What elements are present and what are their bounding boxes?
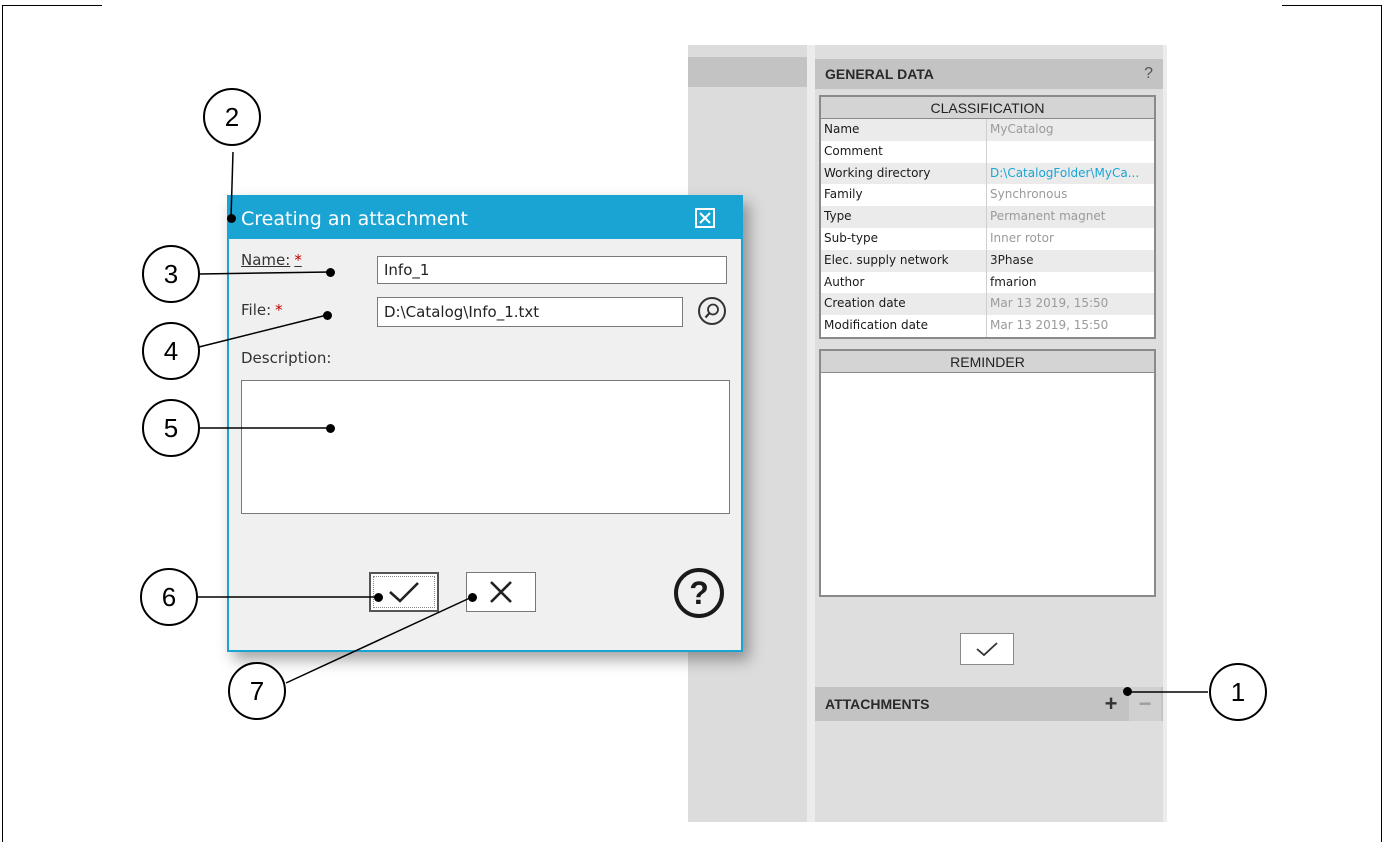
cross-icon	[490, 581, 512, 603]
classification-row: Comment	[821, 140, 1154, 163]
checkmark-icon	[389, 582, 419, 603]
callout-dot	[1123, 687, 1132, 696]
reminder-box: REMINDER	[819, 349, 1156, 597]
magnifier-icon	[704, 303, 719, 319]
general-data-header: GENERAL DATA ?	[815, 59, 1163, 89]
panel-separator	[807, 45, 815, 822]
callout-6: 6	[140, 568, 198, 626]
classification-value[interactable]: D:\CatalogFolder\MyCa...	[987, 163, 1154, 185]
classification-key: Sub-type	[821, 227, 987, 250]
classification-row: Name MyCatalog	[821, 119, 1154, 141]
description-label: Description:	[241, 349, 332, 367]
classification-value	[987, 141, 1154, 163]
required-marker: *	[275, 301, 283, 319]
help-question-icon[interactable]: ?	[1144, 59, 1153, 89]
close-icon[interactable]	[695, 208, 715, 228]
callout-dot	[326, 424, 335, 433]
validate-button[interactable]	[960, 633, 1014, 665]
classification-value: 3Phase	[990, 252, 1034, 267]
general-data-panel: GENERAL DATA ? CLASSIFICATION Name MyCata…	[815, 45, 1163, 822]
callout-dot	[468, 593, 477, 602]
classification-value: Synchronous	[990, 187, 1068, 202]
classification-row: Elec. supply network 3Phase	[821, 249, 1154, 272]
file-label-text: File:	[241, 301, 272, 319]
classification-table: CLASSIFICATION Name MyCatalog Comment Worki…	[819, 95, 1156, 339]
classification-key: Type	[821, 206, 987, 228]
reminder-text-area[interactable]	[821, 373, 1154, 595]
name-label: Name: *	[241, 251, 302, 269]
classification-row: Working directory D:\CatalogFolder\MyCa..…	[821, 162, 1154, 185]
classification-value: Mar 13 2019, 15:50	[990, 296, 1109, 311]
reminder-title: REMINDER	[821, 351, 1154, 373]
callout-5: 5	[142, 399, 200, 457]
dialog-title-bar: Creating an attachment	[229, 197, 741, 239]
create-attachment-dialog: Creating an attachment Name:* File:* Des…	[227, 195, 743, 652]
callout-4: 4	[142, 322, 200, 380]
browse-file-button[interactable]	[698, 297, 726, 325]
callout-dot	[227, 214, 236, 223]
classification-row: Family Synchronous	[821, 184, 1154, 207]
frame-left-border	[2, 5, 3, 842]
classification-key: Modification date	[821, 315, 987, 337]
classification-row: Modification date Mar 13 2019, 15:50	[821, 315, 1154, 337]
classification-title: CLASSIFICATION	[821, 97, 1154, 119]
classification-key: Creation date	[821, 293, 987, 316]
callout-dot	[374, 593, 383, 602]
general-data-title: GENERAL DATA	[825, 66, 934, 82]
classification-value: Permanent magnet	[990, 209, 1106, 224]
classification-key: Author	[821, 271, 987, 294]
close-x-glyph	[699, 212, 711, 224]
dialog-title: Creating an attachment	[241, 208, 468, 230]
frame-top-right-border	[1282, 5, 1382, 6]
question-icon[interactable]: ?	[674, 568, 724, 618]
callout-2: 2	[203, 88, 261, 146]
file-path-input[interactable]	[377, 297, 683, 327]
classification-value: Inner rotor	[990, 230, 1054, 245]
frame-right-border	[1381, 5, 1382, 842]
cancel-button[interactable]	[466, 572, 536, 612]
callout-1: 1	[1209, 663, 1267, 721]
name-label-text: Name:	[241, 251, 291, 269]
checkmark-icon	[976, 642, 998, 657]
classification-value: Mar 13 2019, 15:50	[990, 318, 1109, 333]
navigation-header	[688, 57, 807, 87]
required-marker: *	[294, 251, 302, 269]
application-panel: GENERAL DATA ? CLASSIFICATION Name MyCata…	[688, 45, 1167, 822]
name-input[interactable]	[377, 256, 727, 284]
attachments-header: ATTACHMENTS + −	[815, 687, 1163, 721]
callout-dot	[323, 311, 332, 320]
classification-value: fmarion	[990, 274, 1037, 289]
classification-row: Sub-type Inner rotor	[821, 227, 1154, 250]
classification-row: Creation date Mar 13 2019, 15:50	[821, 293, 1154, 316]
classification-row: Author fmarion	[821, 271, 1154, 294]
file-label: File: *	[241, 301, 283, 319]
callout-7: 7	[228, 662, 286, 720]
classification-key: Name	[821, 119, 987, 141]
description-textarea[interactable]	[241, 380, 730, 514]
classification-rows: Name MyCatalog Comment Working directory D:\…	[821, 119, 1154, 337]
frame-top-left-border	[2, 5, 102, 6]
remove-attachment-button[interactable]: −	[1129, 687, 1161, 721]
classification-key: Working directory	[821, 162, 987, 185]
classification-value: MyCatalog	[990, 122, 1054, 136]
attachments-title: ATTACHMENTS	[825, 696, 930, 712]
callout-3: 3	[142, 245, 200, 303]
panel-right-border	[1163, 45, 1167, 822]
classification-key: Elec. supply network	[821, 249, 987, 272]
ok-button[interactable]	[369, 572, 439, 612]
classification-row: Type Permanent magnet	[821, 206, 1154, 228]
classification-key: Comment	[821, 140, 987, 163]
callout-dot	[326, 268, 335, 277]
classification-key: Family	[821, 184, 987, 207]
